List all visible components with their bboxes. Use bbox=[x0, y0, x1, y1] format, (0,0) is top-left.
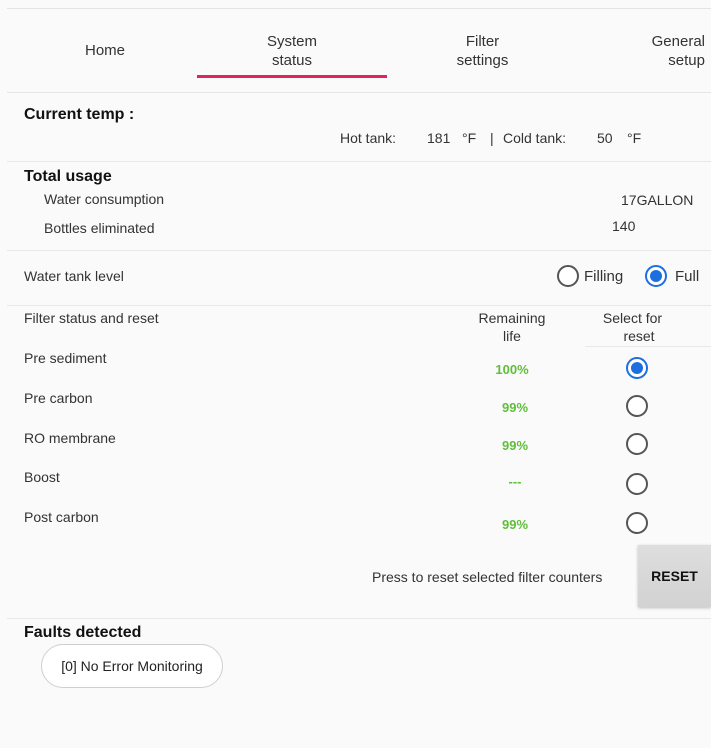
filter-name: RO membrane bbox=[24, 430, 116, 446]
tab-system-status-label-2: status bbox=[271, 52, 313, 69]
reset-hint: Press to reset selected filter counters bbox=[372, 569, 603, 585]
temp-separator: | bbox=[490, 130, 494, 146]
tab-home-label: Home bbox=[84, 42, 125, 59]
filter-life: 99% bbox=[501, 438, 529, 453]
radio-filling[interactable] bbox=[557, 265, 579, 287]
filter-reset-radio-boost[interactable] bbox=[626, 473, 648, 495]
bottles-eliminated-label: Bottles eliminated bbox=[44, 220, 155, 236]
filter-name: Boost bbox=[24, 469, 60, 485]
reset-button[interactable]: RESET bbox=[638, 545, 711, 607]
tab-general-setup-label-2: setup bbox=[668, 52, 705, 69]
col-select-reset-1: Select for bbox=[602, 310, 663, 326]
filter-life: 99% bbox=[501, 400, 529, 415]
bottles-eliminated-value: 140 bbox=[612, 218, 636, 234]
divider-tank bbox=[7, 305, 711, 306]
filter-reset-radio-pre-sediment[interactable] bbox=[626, 357, 648, 379]
divider-temp bbox=[7, 161, 711, 162]
tab-home[interactable]: Home bbox=[40, 41, 170, 60]
radio-filling-label[interactable]: Filling bbox=[584, 268, 623, 285]
col-select-reset-2: reset bbox=[623, 328, 655, 344]
radio-full[interactable] bbox=[645, 265, 667, 287]
filter-reset-radio-post-carbon[interactable] bbox=[626, 512, 648, 534]
filter-reset-radio-ro-membrane[interactable] bbox=[626, 433, 648, 455]
total-usage-title: Total usage bbox=[24, 168, 112, 185]
col-remaining-life-1: Remaining bbox=[478, 310, 546, 326]
tab-filter-settings-label-1: Filter bbox=[465, 33, 500, 50]
water-consumption-value: 17GALLON bbox=[621, 192, 694, 208]
filter-reset-radio-pre-carbon[interactable] bbox=[626, 395, 648, 417]
tank-level-label: Water tank level bbox=[24, 268, 124, 284]
system-status-screen: Home System status Filter settings Gener… bbox=[0, 0, 711, 748]
divider-usage bbox=[7, 250, 711, 251]
top-border bbox=[7, 8, 711, 9]
filter-name: Post carbon bbox=[24, 509, 99, 525]
filter-life: 100% bbox=[495, 362, 529, 377]
active-tab-indicator bbox=[197, 75, 387, 78]
cold-tank-unit: °F bbox=[627, 130, 642, 146]
tab-divider bbox=[7, 92, 711, 93]
hot-tank-value: 181 bbox=[427, 130, 451, 146]
tab-general-setup[interactable]: General setup bbox=[590, 32, 705, 70]
tab-system-status-label-1: System bbox=[266, 33, 317, 50]
filter-name: Pre carbon bbox=[24, 390, 93, 406]
divider-filter-header bbox=[585, 346, 711, 347]
tab-filter-settings[interactable]: Filter settings bbox=[385, 32, 580, 70]
hot-tank-unit: °F bbox=[462, 130, 477, 146]
water-consumption-label: Water consumption bbox=[44, 191, 165, 207]
cold-tank-label: Cold tank: bbox=[503, 130, 567, 146]
filter-life: 99% bbox=[501, 517, 529, 532]
faults-title: Faults detected bbox=[24, 624, 142, 641]
tab-system-status[interactable]: System status bbox=[197, 32, 387, 70]
radio-full-label[interactable]: Full bbox=[675, 268, 699, 285]
current-temp-title: Current temp : bbox=[24, 106, 135, 123]
divider-filters bbox=[7, 618, 711, 619]
filter-name: Pre sediment bbox=[24, 350, 107, 366]
fault-status-chip[interactable]: [0] No Error Monitoring bbox=[41, 644, 223, 688]
cold-tank-value: 50 bbox=[597, 130, 613, 146]
tab-filter-settings-label-2: settings bbox=[456, 52, 509, 69]
filter-life: --- bbox=[508, 474, 522, 489]
tab-general-setup-label-1: General bbox=[651, 33, 705, 50]
col-remaining-life-2: life bbox=[503, 328, 521, 344]
filter-status-title: Filter status and reset bbox=[24, 310, 159, 326]
hot-tank-label: Hot tank: bbox=[340, 130, 397, 146]
